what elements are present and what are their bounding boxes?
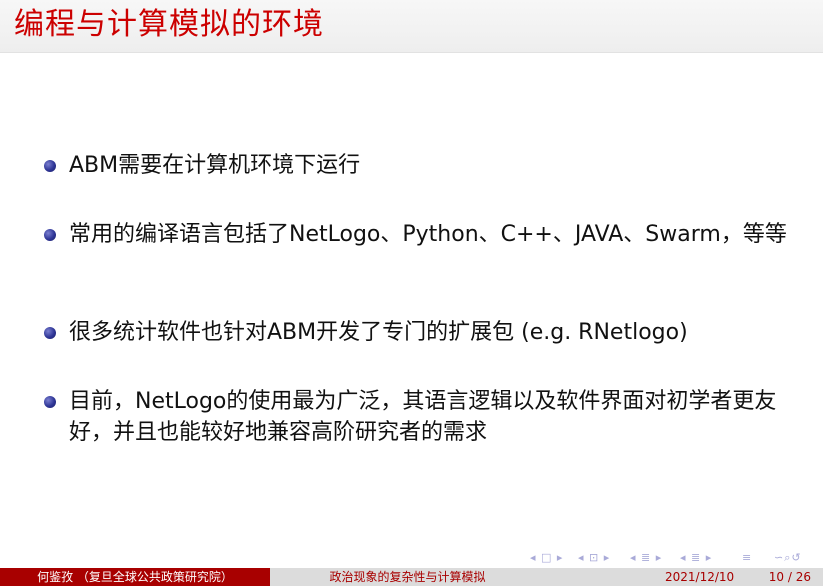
footer-page-number: 10 / 26 — [768, 570, 811, 584]
bullet-icon — [44, 160, 56, 172]
title-bar: 编程与计算模拟的环境 — [0, 0, 823, 53]
footer: 何鉴孜 （复旦全球公共政策研究院） 政治现象的复杂性与计算模拟 2021/12/… — [0, 568, 823, 586]
footer-date: 2021/12/10 — [665, 570, 735, 584]
nav-align-icon[interactable]: ≡ — [742, 551, 752, 565]
nav-search-icon[interactable]: ∽⌕↺ — [774, 551, 802, 565]
bullet-icon — [44, 396, 56, 408]
nav-subsection-icon[interactable]: ◂ ≣ ▸ — [630, 551, 662, 565]
bullet-text: 很多统计软件也针对ABM开发了专门的扩展包 (e.g. RNetlogo) — [69, 320, 688, 345]
bullet-icon — [44, 229, 56, 241]
bullet-text: ABM需要在计算机环境下运行 — [69, 153, 361, 178]
beamer-navigation: ◂ □ ▸ ◂ ⊡ ▸ ◂ ≣ ▸ ◂ ≣ ▸ ≡ ∽⌕↺ — [530, 551, 820, 565]
bullet-text: 常用的编译语言包括了NetLogo、Python、C++、JAVA、Swarm，… — [69, 222, 787, 247]
bullet-icon — [44, 327, 56, 339]
nav-frame-icon[interactable]: ◂ ≣ ▸ — [680, 551, 712, 565]
nav-first-icon[interactable]: ◂ □ ▸ — [530, 551, 563, 565]
slide-title: 编程与计算模拟的环境 — [14, 7, 324, 42]
bullet-text: 目前，NetLogo的使用最为广泛，其语言逻辑以及软件界面对初学者更友好，并且也… — [69, 389, 777, 445]
footer-talk-title: 政治现象的复杂性与计算模拟 — [270, 568, 545, 586]
footer-date-section: 2021/12/10 10 / 26 — [545, 568, 823, 586]
nav-section-icon[interactable]: ◂ ⊡ ▸ — [578, 551, 610, 565]
footer-author: 何鉴孜 （复旦全球公共政策研究院） — [0, 568, 270, 586]
